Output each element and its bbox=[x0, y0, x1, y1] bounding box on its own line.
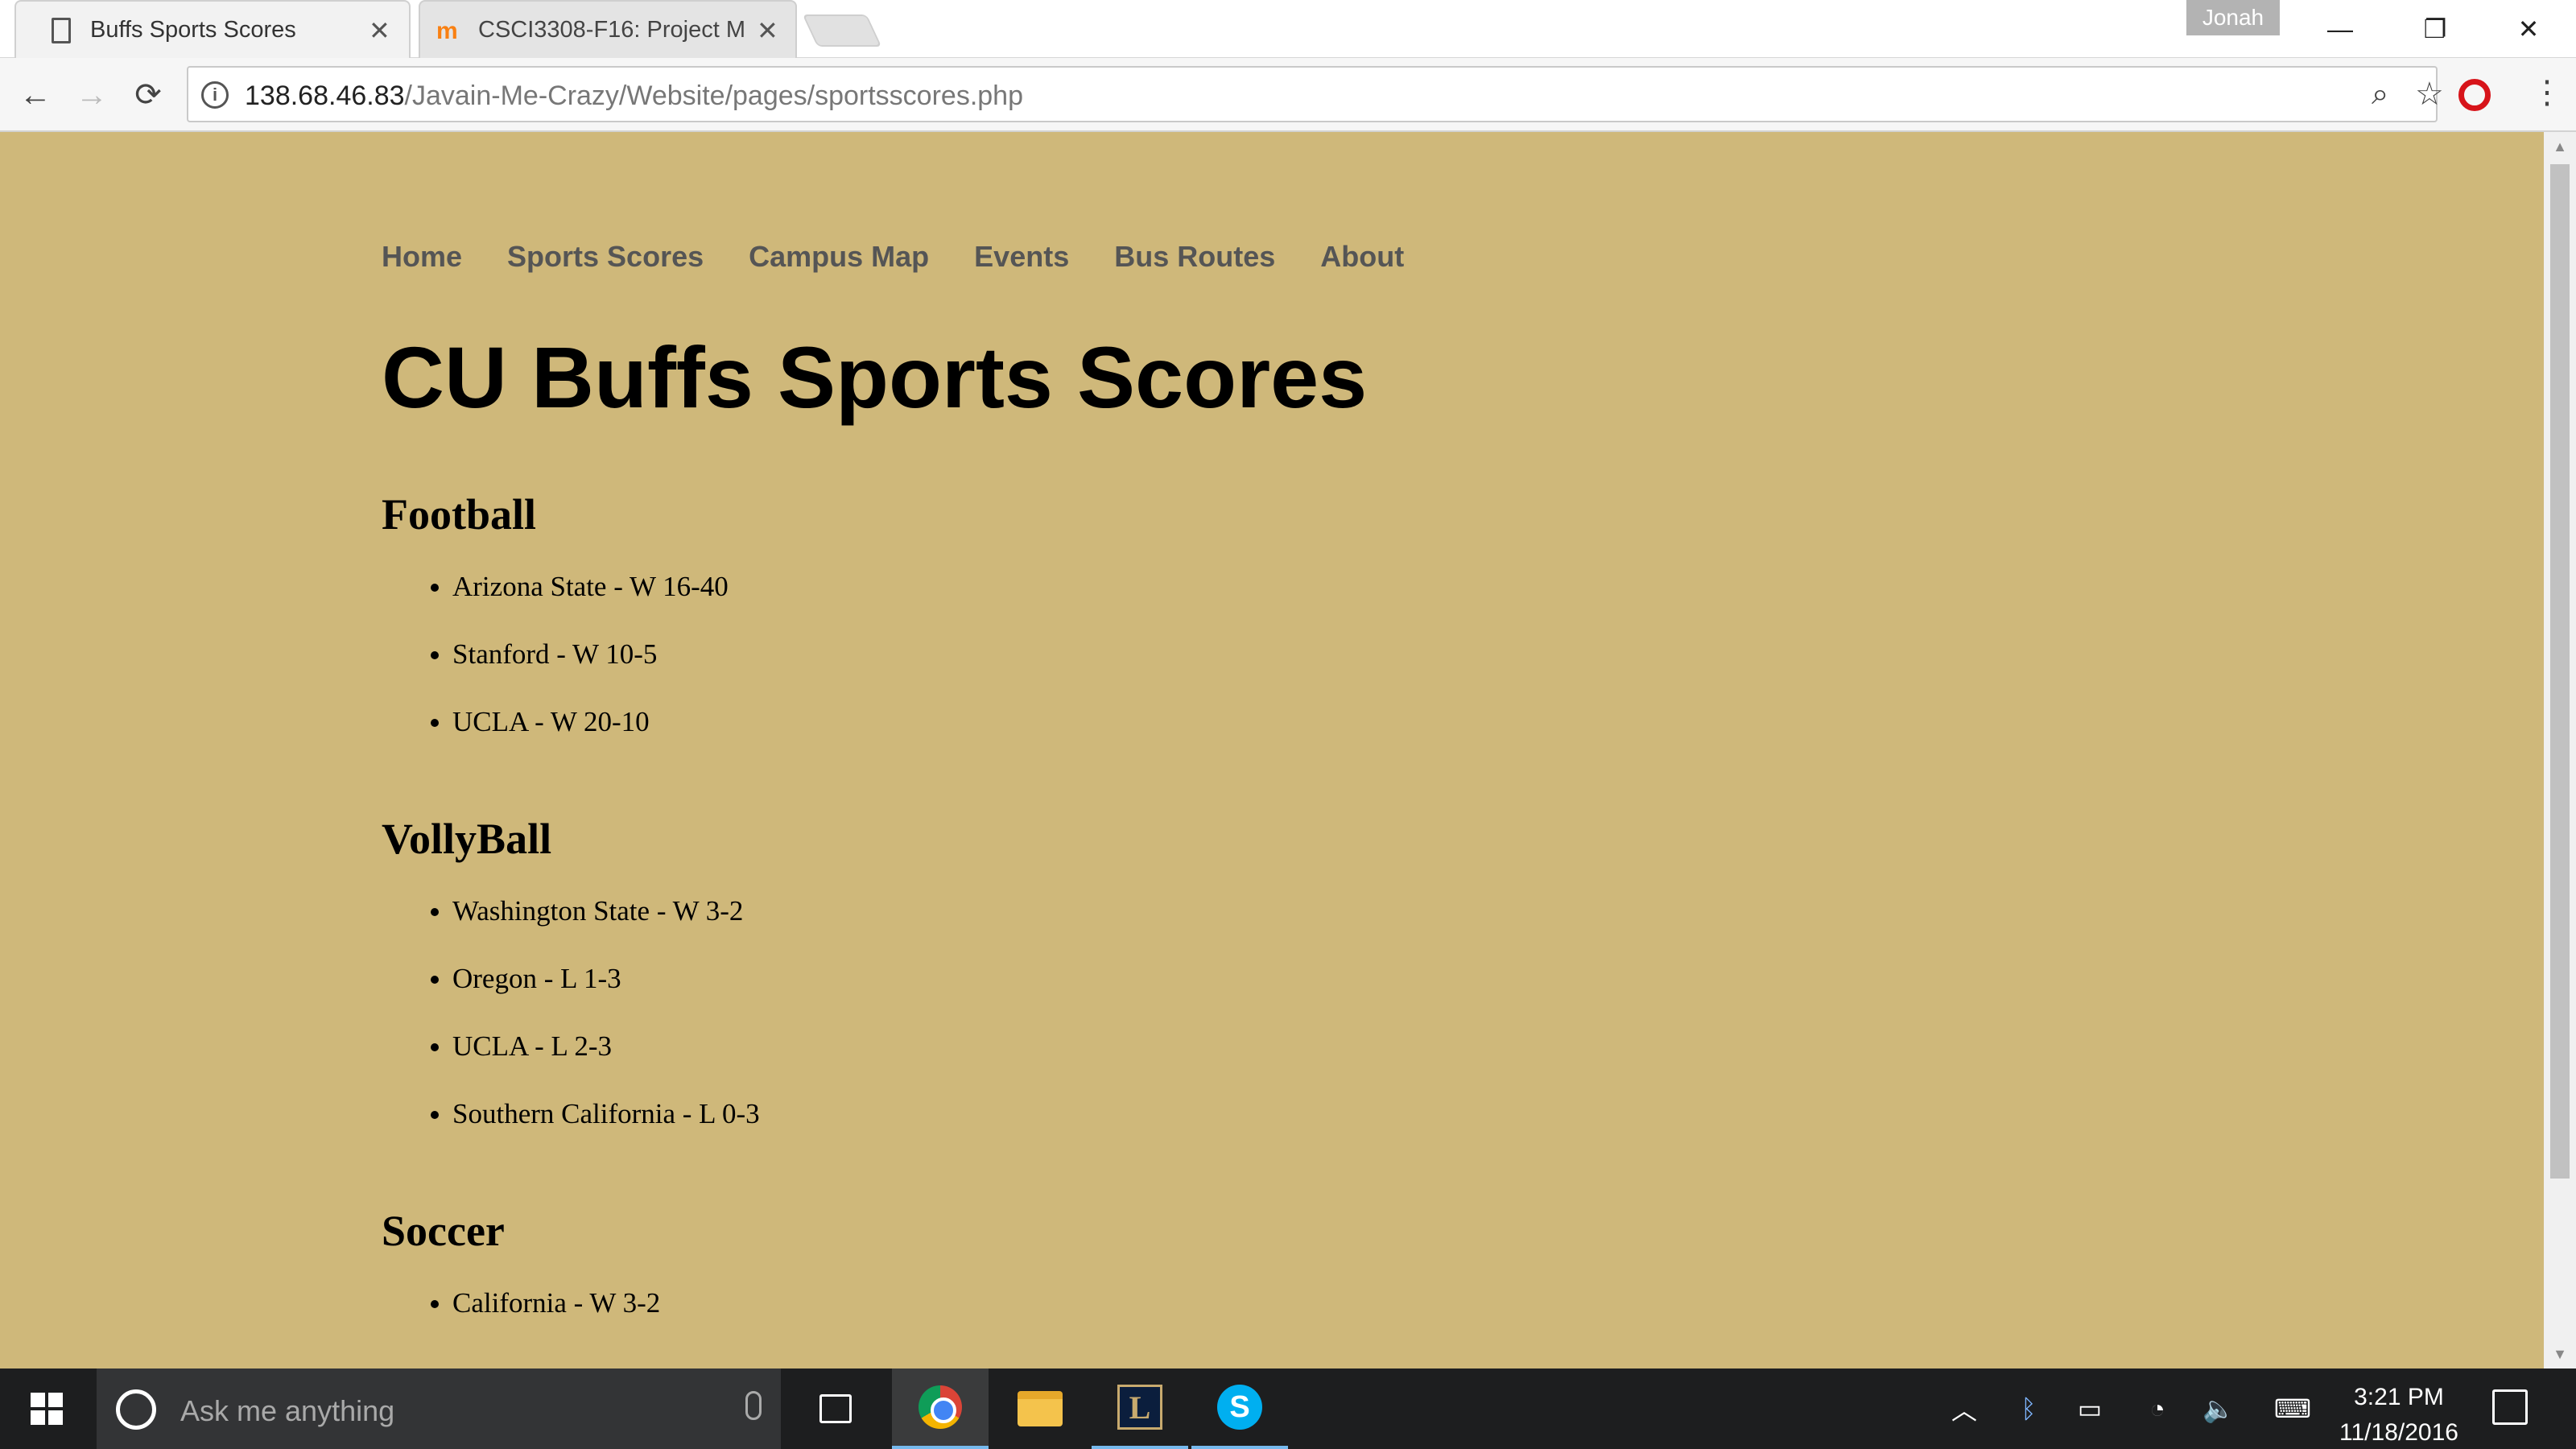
sport-heading: VollyBall bbox=[382, 815, 552, 863]
results-list: California - W 3-2 bbox=[382, 1287, 660, 1355]
sport-section-volleyball: VollyBall Washington State - W 3-2 Orego… bbox=[382, 815, 760, 1166]
back-arrow-icon[interactable]: ← bbox=[11, 71, 60, 119]
result-item: Stanford - W 10-5 bbox=[452, 638, 729, 706]
nav-link-events[interactable]: Events bbox=[974, 240, 1069, 274]
tab-title: CSCI3308-F16: Project M bbox=[478, 17, 744, 43]
restore-icon[interactable]: ❐ bbox=[2388, 0, 2483, 58]
bookmark-star-icon[interactable]: ☆ bbox=[2415, 76, 2444, 113]
wifi-icon[interactable]: ◔ bbox=[2133, 1368, 2182, 1449]
sport-section-soccer: Soccer California - W 3-2 bbox=[382, 1207, 660, 1355]
cortana-icon bbox=[116, 1389, 156, 1430]
menu-kebab-icon[interactable]: ⋮ bbox=[2531, 74, 2563, 111]
file-explorer-icon bbox=[1018, 1391, 1063, 1426]
minimize-icon[interactable]: — bbox=[2293, 0, 2388, 58]
tab-buffs-sports-scores[interactable]: Buffs Sports Scores ✕ bbox=[14, 0, 411, 58]
sport-section-football: Football Arizona State - W 16-40 Stanfor… bbox=[382, 490, 729, 774]
site-nav: Home Sports Scores Campus Map Events Bus… bbox=[382, 240, 1404, 274]
keyboard-icon[interactable]: ⌨ bbox=[2260, 1368, 2325, 1449]
nav-link-bus-routes[interactable]: Bus Routes bbox=[1114, 240, 1275, 274]
cortana-search-box[interactable]: Ask me anything bbox=[97, 1368, 781, 1449]
url-path: /Javain-Me-Crazy/Website/pages/sportssco… bbox=[404, 80, 1024, 111]
tab-close-icon[interactable]: ✕ bbox=[369, 18, 390, 43]
volume-icon[interactable]: 🔈 bbox=[2194, 1368, 2243, 1449]
windows-logo-icon bbox=[31, 1393, 63, 1425]
scroll-thumb[interactable] bbox=[2550, 164, 2570, 1179]
nav-link-home[interactable]: Home bbox=[382, 240, 462, 274]
task-view-button[interactable] bbox=[787, 1368, 884, 1449]
show-hidden-icons-chevron-icon[interactable]: ︿ bbox=[1940, 1368, 1988, 1449]
search-placeholder: Ask me anything bbox=[180, 1394, 395, 1427]
task-view-icon bbox=[819, 1394, 852, 1423]
reload-icon[interactable]: ⟳ bbox=[124, 71, 172, 119]
clock-date: 11/18/2016 bbox=[2339, 1419, 2458, 1446]
result-item: California - W 3-2 bbox=[452, 1287, 660, 1355]
taskbar-file-explorer[interactable] bbox=[992, 1368, 1088, 1449]
sport-heading: Football bbox=[382, 490, 537, 539]
url-host: 138.68.46.83 bbox=[245, 80, 405, 111]
page-title: CU Buffs Sports Scores bbox=[382, 328, 1368, 426]
system-clock[interactable]: 3:21 PM 11/18/2016 bbox=[2318, 1380, 2479, 1449]
scroll-up-icon[interactable]: ▲ bbox=[2544, 132, 2576, 161]
url-text[interactable]: 138.68.46.83/Javain-Me-Crazy/Website/pag… bbox=[245, 80, 1023, 112]
league-of-legends-icon: L bbox=[1117, 1385, 1162, 1430]
page-viewport: Home Sports Scores Campus Map Events Bus… bbox=[0, 132, 2544, 1368]
results-list: Washington State - W 3-2 Oregon - L 1-3 … bbox=[382, 895, 760, 1166]
taskbar: Ask me anything L S ︿ ᛒ ▭ ◔ 🔈 ⌨ 3:21 PM … bbox=[0, 1368, 2576, 1449]
tab-close-icon[interactable]: ✕ bbox=[757, 18, 778, 43]
result-item: Oregon - L 1-3 bbox=[452, 963, 760, 1030]
microphone-icon[interactable] bbox=[745, 1391, 762, 1420]
result-item: UCLA - L 2-3 bbox=[452, 1030, 760, 1098]
zoom-icon[interactable]: ⌕ bbox=[2372, 77, 2388, 112]
new-tab-button[interactable] bbox=[802, 14, 882, 47]
page-icon bbox=[52, 18, 71, 43]
battery-icon[interactable]: ▭ bbox=[2066, 1368, 2114, 1449]
taskbar-skype[interactable]: S bbox=[1191, 1368, 1288, 1449]
tab-csci3308-project[interactable]: m CSCI3308-F16: Project M ✕ bbox=[419, 0, 797, 58]
sport-heading: Soccer bbox=[382, 1207, 505, 1255]
chrome-icon bbox=[919, 1385, 962, 1429]
info-icon[interactable]: i bbox=[201, 81, 229, 109]
nav-link-sports-scores[interactable]: Sports Scores bbox=[507, 240, 704, 274]
address-bar[interactable]: i 138.68.46.83/Javain-Me-Crazy/Website/p… bbox=[187, 66, 2444, 122]
close-window-icon[interactable]: ✕ bbox=[2481, 0, 2576, 58]
taskbar-chrome[interactable] bbox=[892, 1368, 989, 1449]
results-list: Arizona State - W 16-40 Stanford - W 10-… bbox=[382, 571, 729, 774]
tab-title: Buffs Sports Scores bbox=[90, 17, 296, 43]
scroll-down-icon[interactable]: ▼ bbox=[2544, 1340, 2576, 1368]
nav-link-campus-map[interactable]: Campus Map bbox=[749, 240, 929, 274]
result-item: Arizona State - W 16-40 bbox=[452, 571, 729, 638]
nav-link-about[interactable]: About bbox=[1320, 240, 1404, 274]
bluetooth-icon[interactable]: ᛒ bbox=[2004, 1368, 2053, 1449]
profile-badge[interactable]: Jonah bbox=[2186, 0, 2280, 35]
clock-time: 3:21 PM bbox=[2354, 1384, 2444, 1410]
browser-toolbar: ← → ⟳ i 138.68.46.83/Javain-Me-Crazy/Web… bbox=[0, 58, 2576, 132]
opera-extension-icon[interactable] bbox=[2458, 79, 2491, 111]
moodle-icon: m bbox=[436, 18, 458, 44]
result-item: UCLA - W 20-10 bbox=[452, 706, 729, 774]
action-center-icon[interactable] bbox=[2492, 1389, 2528, 1425]
start-button[interactable] bbox=[0, 1368, 93, 1449]
result-item: Washington State - W 3-2 bbox=[452, 895, 760, 963]
vertical-scrollbar[interactable]: ▲ ▼ bbox=[2544, 132, 2576, 1368]
forward-arrow-icon[interactable]: → bbox=[68, 71, 116, 119]
result-item: Southern California - L 0-3 bbox=[452, 1098, 760, 1166]
taskbar-league-of-legends[interactable]: L bbox=[1092, 1368, 1188, 1449]
tab-strip: Buffs Sports Scores ✕ m CSCI3308-F16: Pr… bbox=[0, 0, 2576, 58]
skype-icon: S bbox=[1217, 1385, 1262, 1430]
